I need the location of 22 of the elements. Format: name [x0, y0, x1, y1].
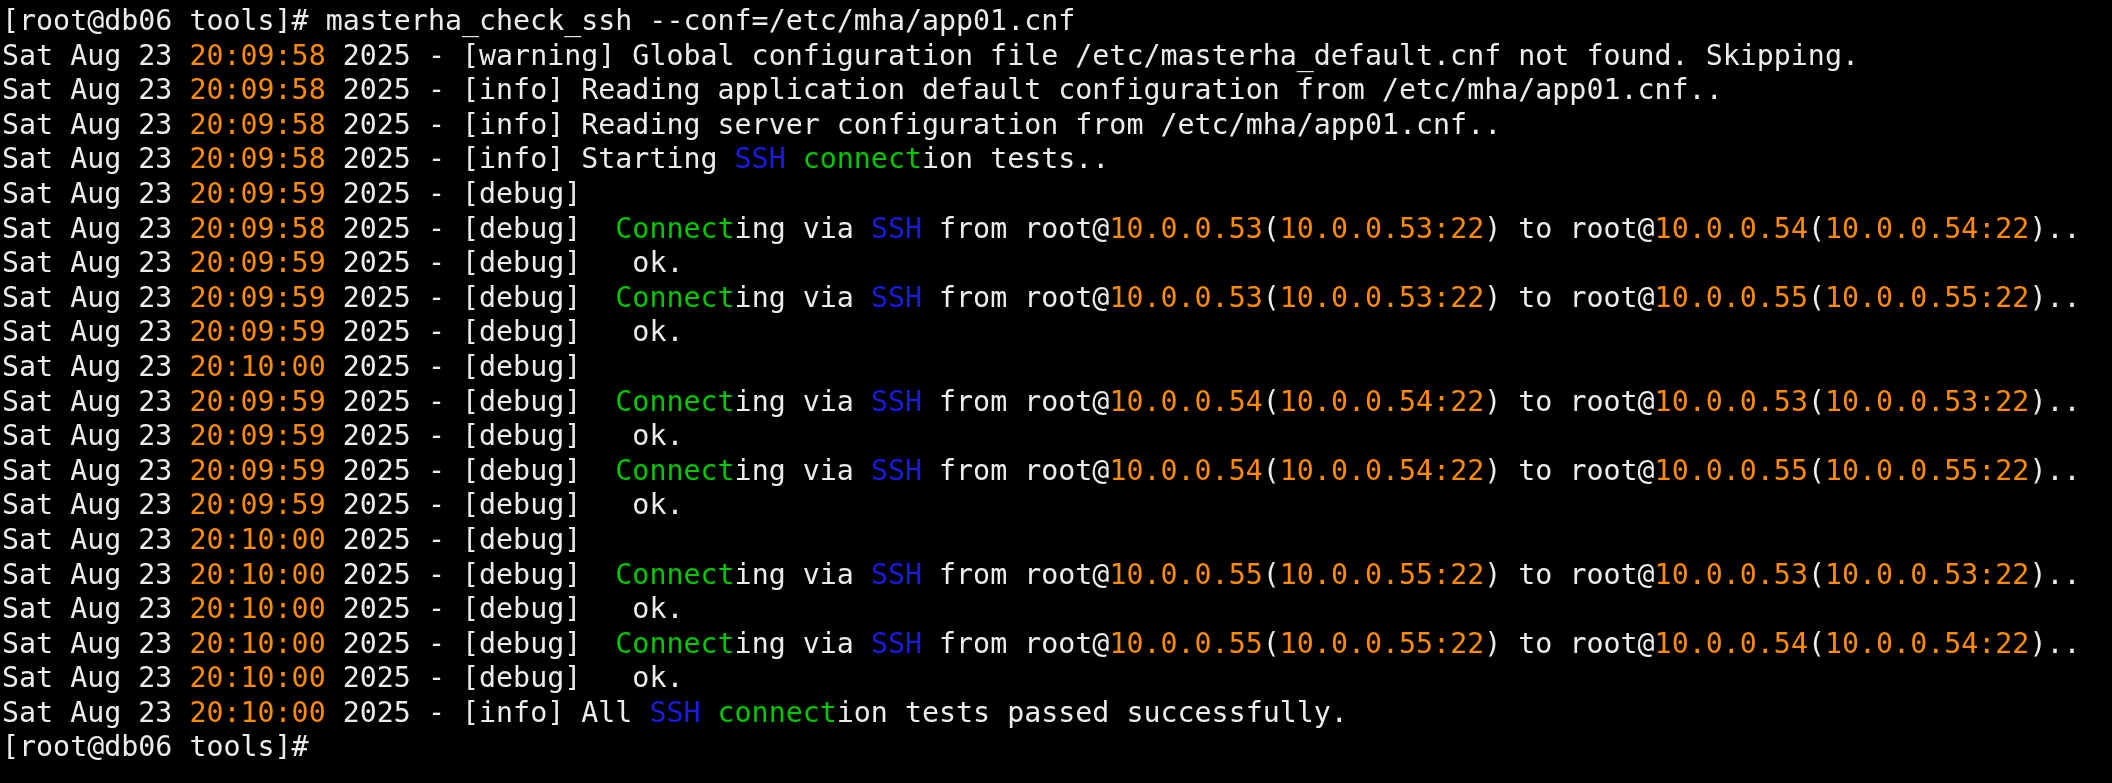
terminal-line: Sat Aug 23 20:09:59 2025 - [debug] ok. — [2, 315, 684, 350]
terminal-line: [root@db06 tools]# masterha_check_ssh --conf=/etc/mha/app01.cnf — [2, 4, 1076, 39]
terminal-line: Sat Aug 23 20:10:00 2025 - [debug] — [2, 349, 582, 385]
terminal-line: Sat Aug 23 20:09:59 2025 - [debug] Connecting via SSH from root@10.0.0.54(10.0.0.54:22) to root@10.0.0.53(10.0.0.53:22).. — [2, 384, 2081, 420]
terminal-line: Sat Aug 23 20:09:59 2025 - [debug] Connecting via SSH from root@10.0.0.54(10.0.0.54:22) to root@10.0.0.55(10.0.0.55:22).. — [2, 453, 2081, 489]
terminal-line: Sat Aug 23 20:10:00 2025 - [info] All SSH connection tests passed successfully. — [2, 695, 1348, 731]
terminal-line: Sat Aug 23 20:09:58 2025 - [info] Reading application default configuration from /etc/mha/app01.cnf.. — [2, 73, 1723, 108]
terminal-line: Sat Aug 23 20:09:58 2025 - [warning] Global configuration file /etc/masterha_default.cnf not found. Skipping. — [2, 38, 1859, 74]
terminal-line: Sat Aug 23 20:09:58 2025 - [info] Starting SSH connection tests.. — [2, 142, 1110, 177]
terminal-line: Sat Aug 23 20:09:58 2025 - [info] Reading server configuration from /etc/mha/app01.cnf.. — [2, 107, 1502, 143]
terminal-line: Sat Aug 23 20:10:00 2025 - [debug] — [2, 522, 582, 558]
terminal-line: Sat Aug 23 20:10:00 2025 - [debug] ok. — [2, 661, 684, 696]
terminal-line: Sat Aug 23 20:09:59 2025 - [debug] ok. — [2, 246, 684, 281]
terminal-line: Sat Aug 23 20:09:59 2025 - [debug] Connecting via SSH from root@10.0.0.53(10.0.0.53:22) to root@10.0.0.55(10.0.0.55:22).. — [2, 280, 2081, 316]
terminal-line: Sat Aug 23 20:10:00 2025 - [debug] ok. — [2, 592, 684, 627]
terminal-line: Sat Aug 23 20:10:00 2025 - [debug] Connecting via SSH from root@10.0.0.55(10.0.0.55:22) to root@10.0.0.53(10.0.0.53:22).. — [2, 557, 2081, 593]
terminal-line: Sat Aug 23 20:10:00 2025 - [debug] Connecting via SSH from root@10.0.0.55(10.0.0.55:22) to root@10.0.0.54(10.0.0.54:22).. — [2, 626, 2081, 662]
terminal-line: [root@db06 tools]# — [2, 730, 309, 766]
terminal-line: Sat Aug 23 20:09:59 2025 - [debug] ok. — [2, 488, 684, 523]
terminal-line: Sat Aug 23 20:09:59 2025 - [debug] — [2, 176, 582, 212]
terminal-line: Sat Aug 23 20:09:59 2025 - [debug] ok. — [2, 419, 684, 454]
terminal-line: Sat Aug 23 20:09:58 2025 - [debug] Connecting via SSH from root@10.0.0.53(10.0.0.53:22) to root@10.0.0.54(10.0.0.54:22).. — [2, 211, 2081, 247]
